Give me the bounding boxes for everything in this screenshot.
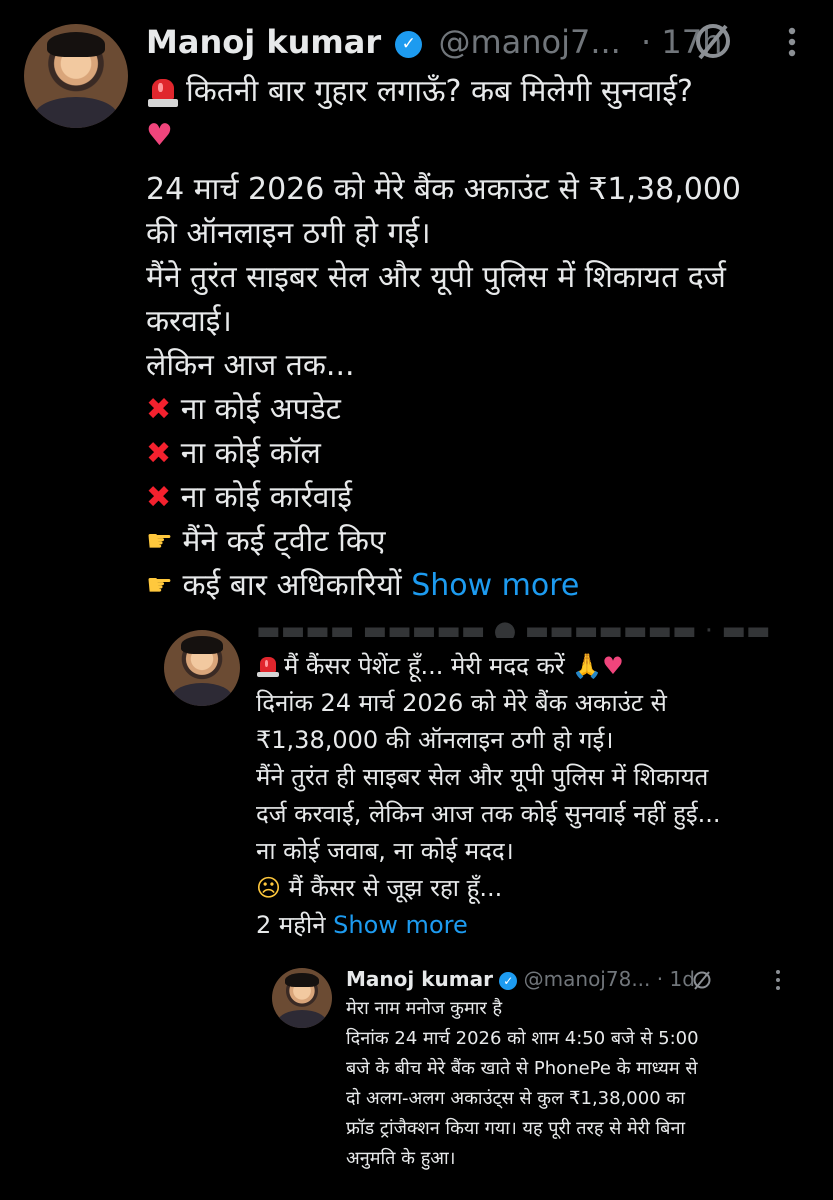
post-line: ✖ ना कोई कार्रवाई: [146, 476, 826, 520]
more-icon[interactable]: [766, 966, 790, 994]
quote1-line: दर्ज करवाई, लेकिन आज तक कोई सुनवाई नहीं …: [256, 800, 721, 828]
quote1-line-text: 2 महीने: [256, 911, 326, 939]
quote1-line: मैंने तुरंत ही साइबर सेल और यूपी पुलिस म…: [256, 763, 709, 791]
author-handle[interactable]: @manoj7...: [438, 23, 620, 61]
siren-icon: [256, 655, 280, 679]
post-line-text: ना कोई कॉल: [180, 436, 321, 471]
post-line: मैंने तुरंत साइबर सेल और यूपी पुलिस में …: [146, 260, 726, 295]
siren-icon: [146, 76, 180, 110]
quote1-avatar[interactable]: [164, 630, 240, 706]
quote2-line: मेरा नाम मनोज कुमार है: [346, 998, 503, 1019]
quote1-line-text: मैं कैंसर पेशेंट हूँ... मेरी मदद करें: [284, 652, 565, 680]
verified-badge-icon: ✓: [395, 30, 423, 58]
broken-heart-icon: ♥: [602, 652, 624, 680]
pointing-hand-icon: ☛: [146, 524, 173, 559]
post-line: ☛ कई बार अधिकारियों Show more: [146, 564, 826, 608]
quote2-body: मेरा नाम मनोज कुमार है दिनांक 24 मार्च 2…: [346, 994, 816, 1174]
post-body: कितनी बार गुहार लगाऊँ? कब मिलेगी सुनवाई?…: [146, 70, 826, 608]
show-more-link[interactable]: Show more: [411, 568, 579, 603]
quote1-line: ₹1,38,000 की ऑनलाइन ठगी हो गई।: [256, 726, 614, 754]
post-line-text: कई बार अधिकारियों: [182, 568, 402, 603]
quote2-line: बजे के बीच मेरे बैंक खाते से PhonePe के …: [346, 1058, 698, 1079]
quote1-line: 2 महीने Show more: [256, 907, 816, 944]
post-line: ☛ मैंने कई ट्वीट किए: [146, 520, 826, 564]
author-avatar[interactable]: [24, 24, 128, 128]
post-line: ✖ ना कोई कॉल: [146, 432, 826, 476]
post-line: लेकिन आज तक...: [146, 348, 355, 383]
post-line: 24 मार्च 2026 को मेरे बैंक अकाउंट से ₹1,…: [146, 172, 742, 207]
post-line: की ऑनलाइन ठगी हो गई।: [146, 216, 431, 251]
grok-icon[interactable]: [690, 18, 736, 64]
quote1-body: मैं कैंसर पेशेंट हूँ... मेरी मदद करें 🙏♥…: [256, 648, 816, 944]
post-line-text: कितनी बार गुहार लगाऊँ? कब मिलेगी सुनवाई?: [186, 74, 693, 109]
cross-mark-icon: ✖: [146, 436, 172, 471]
pointing-hand-icon: ☛: [146, 568, 173, 603]
broken-heart-icon: ♥: [146, 118, 173, 153]
quote1-line-text: मैं कैंसर से जूझ रहा हूँ...: [288, 874, 503, 902]
quote1-show-more-link[interactable]: Show more: [333, 911, 468, 939]
grok-icon[interactable]: [690, 968, 714, 992]
quote2-header: Manoj kumar ✓ @manoj78... · 1d: [346, 962, 806, 996]
post-line-text: मैंने कई ट्वीट किए: [182, 524, 386, 559]
author-name[interactable]: Manoj kumar: [146, 23, 381, 61]
quote2-line: अनुमति के हुआ।: [346, 1148, 456, 1169]
more-icon[interactable]: [772, 22, 812, 62]
quote1-header-clipped: ▬▬▬▬ ▬▬▬▬▬ ● ▬▬▬▬▬▬▬ · ▬▬ ⁄ ⋮: [256, 618, 771, 638]
cross-mark-icon: ✖: [146, 392, 172, 427]
quote1-line: ना कोई जवाब, ना कोई मदद।: [256, 837, 514, 865]
post-line: कितनी बार गुहार लगाऊँ? कब मिलेगी सुनवाई?: [146, 70, 826, 114]
folded-hands-icon: 🙏: [572, 652, 603, 680]
pensive-face-icon: ☹: [256, 874, 282, 902]
quote1-line: ☹ मैं कैंसर से जूझ रहा हूँ...: [256, 870, 816, 907]
post-line: ♥: [146, 114, 826, 158]
quote2-line: फ्रॉड ट्रांजैक्शन किया गया। यह पूरी तरह …: [346, 1118, 686, 1139]
post-line-text: ना कोई अपडेट: [180, 392, 341, 427]
post-line: करवाई।: [146, 304, 232, 339]
post-line-text: ना कोई कार्रवाई: [180, 480, 352, 515]
quote2-author-name[interactable]: Manoj kumar: [346, 967, 493, 991]
cross-mark-icon: ✖: [146, 480, 172, 515]
post-line: ✖ ना कोई अपडेट: [146, 388, 826, 432]
quote2-handle[interactable]: @manoj78...: [524, 967, 651, 991]
quote2-avatar[interactable]: [272, 968, 332, 1028]
quote1-line: मैं कैंसर पेशेंट हूँ... मेरी मदद करें 🙏♥: [256, 648, 816, 685]
quote2-line: दो अलग-अलग अकाउंट्स से कुल ₹1,38,000 का: [346, 1088, 685, 1109]
quote1-line: दिनांक 24 मार्च 2026 को मेरे बैंक अकाउंट…: [256, 689, 667, 717]
quote2-line: दिनांक 24 मार्च 2026 को शाम 4:50 बजे से …: [346, 1028, 699, 1049]
verified-badge-icon: ✓: [499, 971, 518, 990]
